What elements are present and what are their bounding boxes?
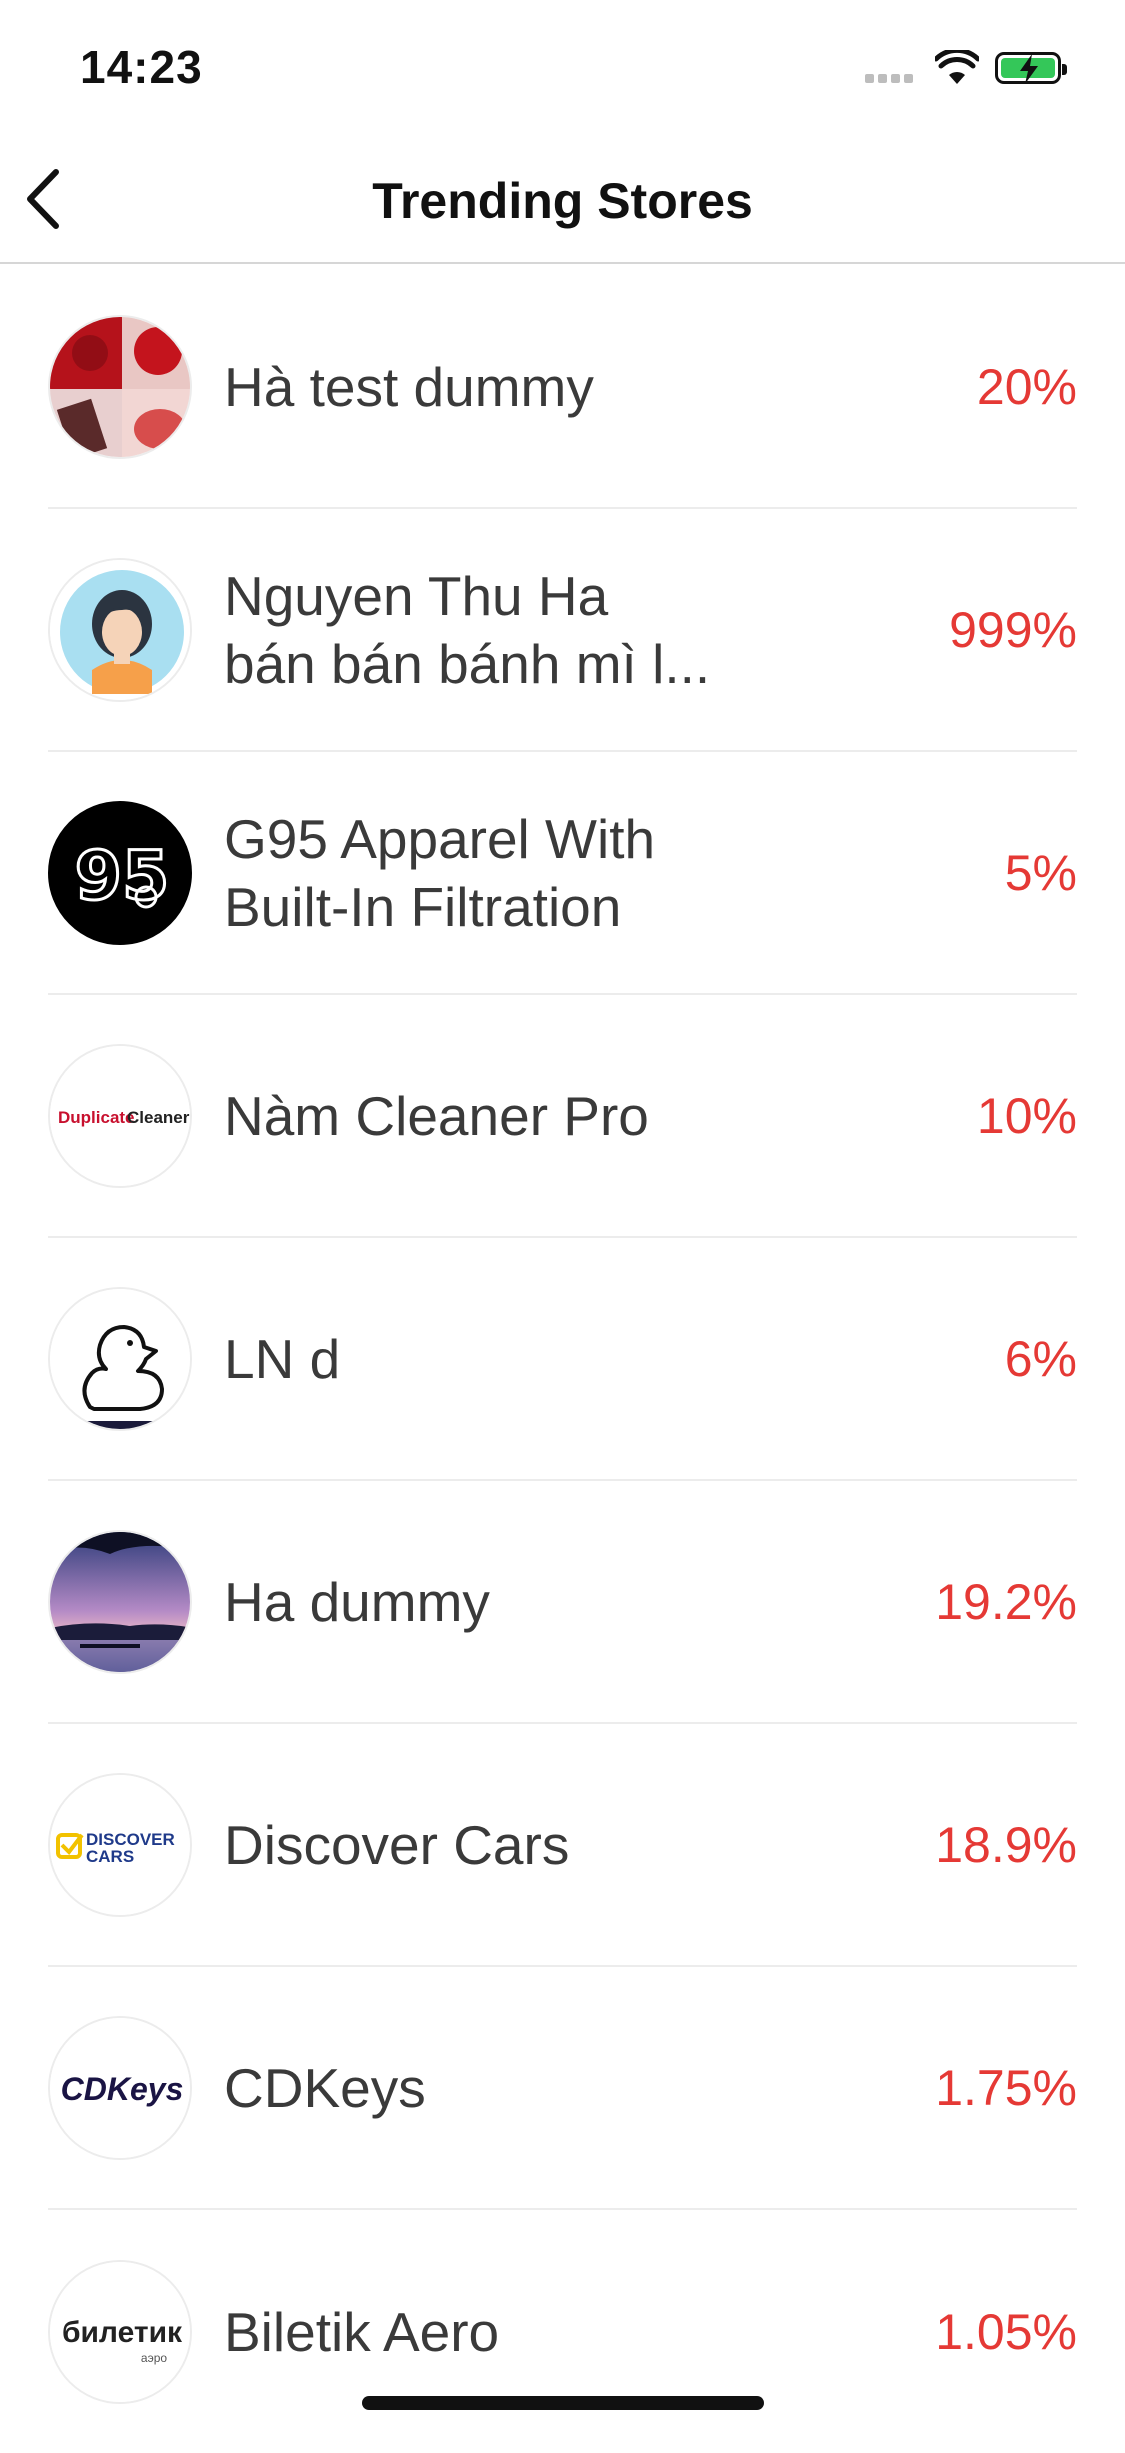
home-indicator[interactable]: [362, 2396, 764, 2410]
store-row[interactable]: 95 G95 Apparel With Built-In Filtration …: [48, 752, 1077, 995]
store-logo: [48, 1529, 192, 1674]
store-logo: CDKeys: [48, 2015, 192, 2160]
store-logo: билетик аэро: [48, 2259, 192, 2404]
store-name: Hà test dummy: [224, 355, 594, 418]
store-logo: 95: [48, 800, 192, 945]
navigation-bar: Trending Stores: [0, 132, 1125, 264]
status-icons: [865, 48, 1085, 92]
logo-text-cdkeys: CDKeys: [61, 2071, 184, 2107]
store-logo: Duplicate Cleaner: [48, 1043, 192, 1188]
store-name: G95 Apparel With Built-In Filtration: [224, 807, 656, 938]
logo-text-aero: аэро: [141, 2351, 167, 2365]
g95-logo-text: 95: [75, 837, 170, 916]
store-row[interactable]: билетик аэро Biletik Aero 1.05%: [48, 2210, 1077, 2453]
store-logo: [48, 314, 192, 459]
cashback-rate: 18.9%: [935, 1816, 1077, 1873]
battery-charging-icon: [995, 52, 1067, 84]
cashback-rate: 20%: [976, 358, 1077, 415]
logo-text-duplicate: Duplicate: [58, 1108, 135, 1127]
store-name: Biletik Aero: [224, 2300, 500, 2363]
store-row[interactable]: Nguyen Thu Ha bán bán bánh mì l... 999%: [48, 509, 1077, 752]
store-list: Hà test dummy 20% Nguyen Thu Ha bán bán …: [0, 266, 1125, 2453]
cashback-rate: 5%: [1004, 844, 1077, 901]
signal-icon: [865, 70, 919, 83]
store-row[interactable]: Hà test dummy 20%: [48, 266, 1077, 509]
store-name: LN d: [224, 1327, 341, 1390]
cashback-rate: 19.2%: [935, 1573, 1077, 1630]
logo-text-cleaner: Cleaner: [127, 1108, 190, 1127]
cashback-rate: 1.75%: [935, 2059, 1077, 2116]
store-logo: [48, 557, 192, 702]
wifi-icon: [935, 50, 979, 84]
logo-text-cars: CARS: [86, 1847, 134, 1866]
status-time: 14:23: [80, 41, 203, 93]
cashback-rate: 6%: [1004, 1330, 1077, 1387]
store-row[interactable]: DISCOVER CARS Discover Cars 18.9%: [48, 1724, 1077, 1967]
logo-text-biletik: билетик: [62, 2316, 183, 2349]
status-bar: 14:23: [0, 0, 1125, 132]
store-name: Nguyen Thu Ha bán bán bánh mì l...: [224, 564, 711, 695]
duck-icon: [50, 1288, 190, 1429]
store-name: Ha dummy: [224, 1570, 490, 1633]
store-row[interactable]: LN d 6%: [48, 1238, 1077, 1481]
cashback-rate: 1.05%: [935, 2303, 1077, 2360]
cashback-rate: 999%: [949, 601, 1077, 658]
cashback-rate: 10%: [976, 1087, 1077, 1144]
store-row[interactable]: Ha dummy 19.2%: [48, 1481, 1077, 1724]
store-name: Discover Cars: [224, 1813, 570, 1876]
store-logo: DISCOVER CARS: [48, 1772, 192, 1917]
store-row[interactable]: CDKeys CDKeys 1.75%: [48, 1967, 1077, 2210]
store-row[interactable]: Duplicate Cleaner Nàm Cleaner Pro 10%: [48, 995, 1077, 1238]
page-title: Trending Stores: [372, 173, 753, 229]
store-logo: [48, 1286, 192, 1431]
store-name: CDKeys: [224, 2056, 426, 2119]
store-name: Nàm Cleaner Pro: [224, 1084, 649, 1147]
